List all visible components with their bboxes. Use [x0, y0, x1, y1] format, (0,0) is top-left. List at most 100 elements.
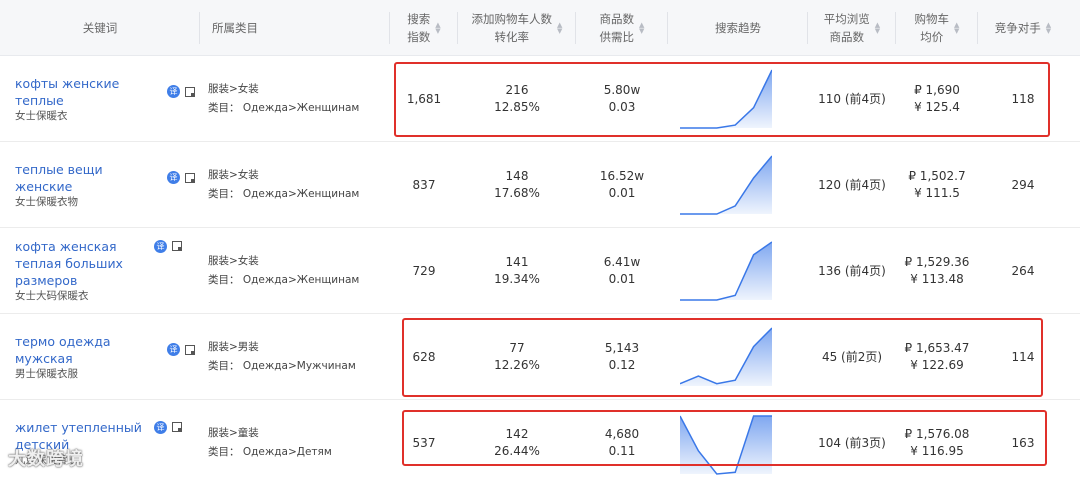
- cart-rate: 17.68%: [494, 186, 540, 200]
- header-browse-label-2: 商品数: [829, 30, 865, 44]
- external-link-icon[interactable]: [172, 241, 182, 251]
- translate-icon[interactable]: 译: [154, 420, 167, 434]
- external-link-icon[interactable]: [185, 344, 195, 355]
- competitors-cell: 264: [978, 228, 1068, 314]
- goods-count: 6.41w: [603, 255, 641, 269]
- header-browse[interactable]: 平均浏览 商品数 ▲ ▼: [808, 0, 896, 56]
- translate-icon[interactable]: 译: [154, 240, 167, 253]
- search-trend-sparkline: [680, 69, 772, 129]
- keyword-translation: 女士大码保暖衣: [15, 290, 89, 302]
- competitors-cell: 163: [978, 400, 1068, 477]
- supply-cell: 16.52w 0.01: [576, 142, 668, 228]
- header-price[interactable]: 购物车 均价 ▲ ▼: [896, 0, 978, 56]
- header-category: 所属类目: [200, 0, 390, 56]
- external-link-icon[interactable]: [185, 86, 195, 97]
- category-ru: 类目： Одежда>Детям: [208, 446, 332, 458]
- keyword-link[interactable]: кофта женская теплая больших размеров: [15, 238, 150, 289]
- keyword-link[interactable]: теплые вещи женские: [15, 161, 163, 195]
- price-cell: ₽ 1,529.36 ¥ 113.48: [896, 228, 978, 314]
- search-index-value: 628: [412, 349, 436, 364]
- category-zh: 服装>女装: [208, 169, 259, 181]
- keyword-cell: кофты женские теплые 译 女士保暖衣: [15, 56, 195, 142]
- category-cell: 服装>女装 类目： Одежда>Женщинам: [208, 228, 388, 314]
- category-zh: 服装>女装: [208, 255, 259, 267]
- avg-browse-value: 110 (前4页): [818, 91, 886, 106]
- avg-browse-value: 104 (前3页): [818, 435, 886, 450]
- goods-count: 4,680: [604, 427, 640, 441]
- price-cny: ¥ 122.69: [910, 358, 964, 372]
- cart-rate: 12.26%: [494, 358, 540, 372]
- supply-ratio: 0.01: [608, 186, 636, 200]
- price-rub: ₽ 1,576.08: [904, 427, 970, 441]
- keyword-cell: теплые вещи женские 译 女士保暖衣物: [15, 142, 195, 228]
- category-cell: 服装>男装 类目： Одежда>Мужчинам: [208, 314, 388, 400]
- goods-count: 5.80w: [603, 83, 641, 97]
- price-rub: ₽ 1,653.47: [904, 341, 970, 355]
- keyword-translation: 男士保暖衣服: [15, 367, 78, 380]
- search-trend-sparkline: [680, 241, 772, 301]
- category-ru: 类目： Одежда>Женщинам: [208, 102, 360, 114]
- supply-cell: 5.80w 0.03: [576, 56, 668, 142]
- supply-cell: 4,680 0.11: [576, 400, 668, 477]
- competitors-cell: 118: [978, 56, 1068, 142]
- translate-icon[interactable]: 译: [167, 171, 180, 184]
- search-index-value: 537: [412, 435, 436, 450]
- goods-count: 16.52w: [599, 169, 645, 183]
- header-supply-label-1: 商品数: [599, 12, 635, 26]
- cart-count: 216: [505, 83, 529, 97]
- trend-area: [680, 416, 772, 474]
- sort-icon[interactable]: ▲ ▼: [875, 22, 880, 35]
- sort-icon[interactable]: ▲ ▼: [954, 22, 959, 35]
- search-index-cell: 729: [390, 228, 458, 314]
- keyword-link[interactable]: термо одежда мужская: [15, 333, 163, 367]
- price-cell: ₽ 1,502.7 ¥ 111.5: [896, 142, 978, 228]
- header-cart[interactable]: 添加购物车人数 转化率 ▲ ▼: [458, 0, 576, 56]
- price-cell: ₽ 1,653.47 ¥ 122.69: [896, 314, 978, 400]
- competitors-value: 264: [1011, 263, 1035, 278]
- cart-cell: 142 26.44%: [458, 400, 576, 477]
- competitors-value: 294: [1011, 177, 1035, 192]
- header-price-label-1: 购物车: [914, 12, 950, 26]
- avg-browse-value: 45 (前2页): [821, 349, 883, 364]
- avg-browse-value: 136 (前4页): [818, 263, 886, 278]
- header-cart-label-2: 转化率: [494, 30, 530, 44]
- price-rub: ₽ 1,502.7: [908, 169, 966, 183]
- competitors-cell: 114: [978, 314, 1068, 400]
- price-cny: ¥ 116.95: [910, 444, 964, 458]
- external-link-icon[interactable]: [172, 421, 182, 432]
- avg-browse-cell: 120 (前4页): [808, 142, 896, 228]
- external-link-icon[interactable]: [185, 172, 195, 183]
- price-cell: ₽ 1,690 ¥ 125.4: [896, 56, 978, 142]
- sort-icon[interactable]: ▲ ▼: [1046, 22, 1051, 35]
- header-search-index[interactable]: 搜索 指数 ▲ ▼: [390, 0, 458, 56]
- watermark: 大数跨境: [8, 449, 84, 470]
- keyword-cell: термо одежда мужская 译 男士保暖衣服: [15, 314, 195, 400]
- supply-ratio: 0.03: [608, 100, 636, 114]
- supply-ratio: 0.01: [608, 272, 636, 286]
- header-competitors[interactable]: 竞争对手 ▲ ▼: [978, 0, 1068, 56]
- keyword-link[interactable]: кофты женские теплые: [15, 75, 163, 109]
- price-cny: ¥ 111.5: [914, 186, 960, 200]
- price-rub: ₽ 1,690: [914, 83, 960, 97]
- category-zh: 服装>女装: [208, 83, 259, 95]
- competitors-value: 114: [1011, 349, 1035, 364]
- avg-browse-cell: 104 (前3页): [808, 400, 896, 477]
- supply-cell: 6.41w 0.01: [576, 228, 668, 314]
- translate-icon[interactable]: 译: [167, 85, 180, 98]
- table-row: кофты женские теплые 译 女士保暖衣 服装>女装 类目： О…: [0, 56, 1080, 142]
- sort-icon[interactable]: ▲ ▼: [435, 22, 440, 35]
- avg-browse-cell: 45 (前2页): [808, 314, 896, 400]
- trend-area: [680, 156, 772, 214]
- header-supply[interactable]: 商品数 供需比 ▲ ▼: [576, 0, 668, 56]
- avg-browse-cell: 110 (前4页): [808, 56, 896, 142]
- cart-rate: 19.34%: [494, 272, 540, 286]
- sort-icon[interactable]: ▲ ▼: [639, 22, 644, 35]
- cart-cell: 77 12.26%: [458, 314, 576, 400]
- header-search-index-label-1: 搜索: [407, 12, 431, 26]
- category-ru: 类目： Одежда>Мужчинам: [208, 360, 356, 372]
- sort-icon[interactable]: ▲ ▼: [557, 22, 562, 35]
- category-cell: 服装>童装 类目： Одежда>Детям: [208, 400, 388, 477]
- competitors-value: 163: [1011, 435, 1035, 450]
- category-ru: 类目： Одежда>Женщинам: [208, 274, 360, 286]
- translate-icon[interactable]: 译: [167, 343, 180, 356]
